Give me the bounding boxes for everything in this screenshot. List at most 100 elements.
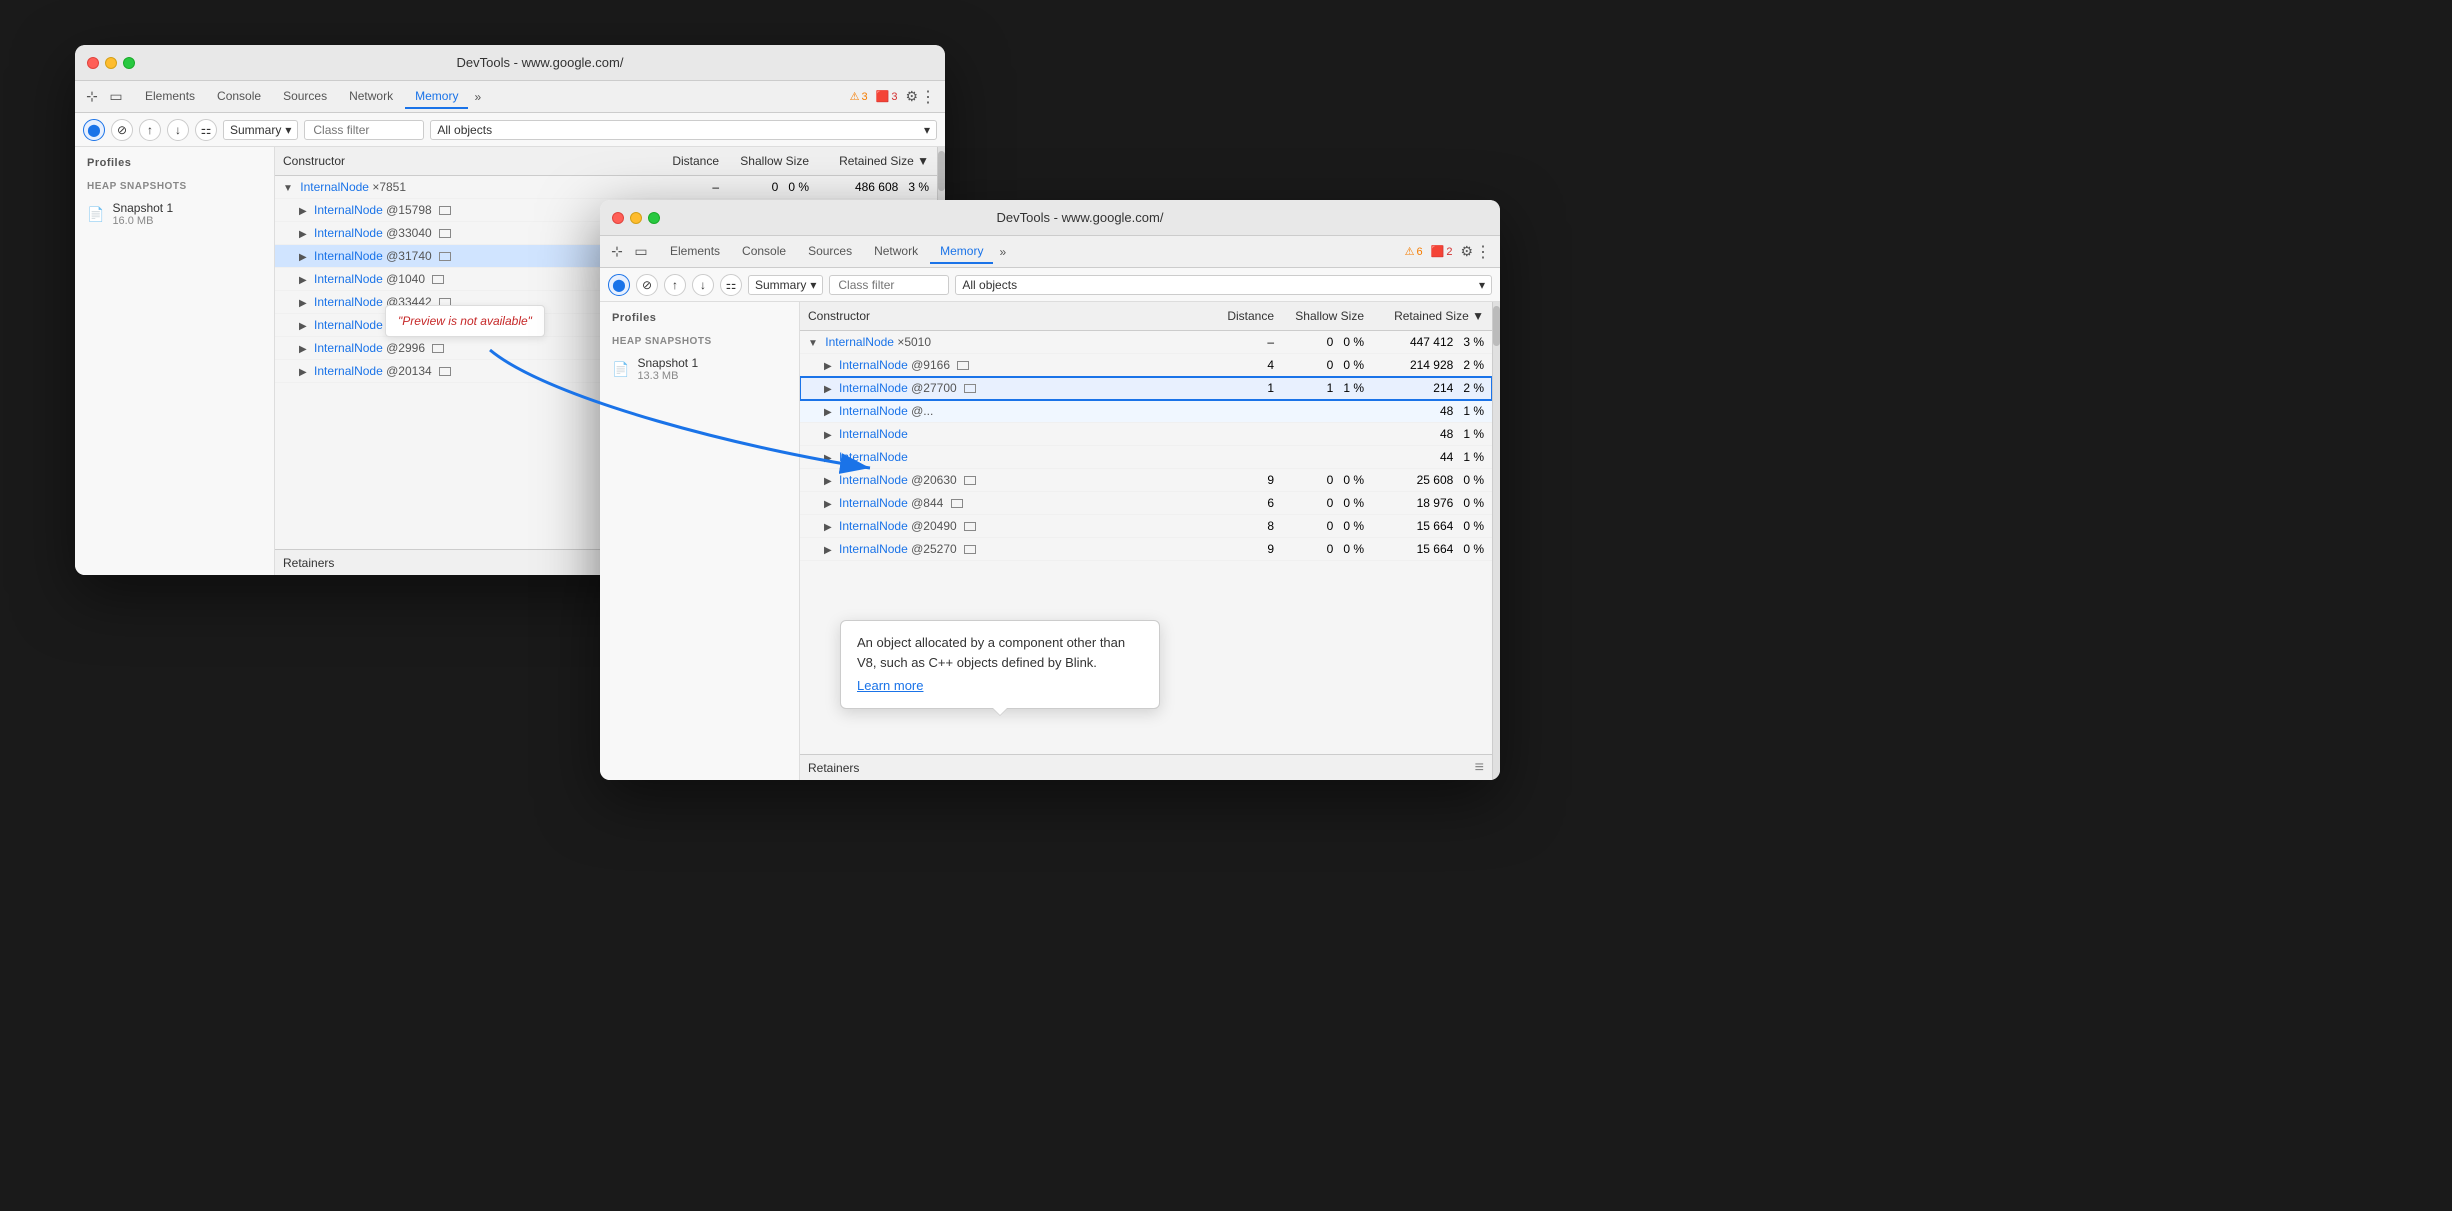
download-btn-2[interactable]: ↓ bbox=[692, 274, 714, 296]
col-shallow-2: Shallow Size bbox=[1282, 306, 1372, 326]
tab-network-2[interactable]: Network bbox=[864, 240, 928, 264]
snapshot-name-1: Snapshot 1 bbox=[112, 201, 173, 215]
expand-icon[interactable]: ▶ bbox=[299, 275, 307, 286]
expand-icon[interactable]: ▶ bbox=[299, 206, 307, 217]
window-icon bbox=[439, 252, 451, 261]
window-icon bbox=[957, 361, 969, 370]
expand-icon[interactable]: ▼ bbox=[283, 183, 293, 194]
traffic-lights-2[interactable] bbox=[612, 212, 660, 224]
summary-select-2[interactable]: Summary ▾ bbox=[748, 275, 823, 295]
clear-btn-2[interactable]: ⊘ bbox=[636, 274, 658, 296]
expand-icon[interactable]: ▶ bbox=[824, 430, 832, 441]
memory-toolbar-2: ⬤ ⊘ ↑ ↓ ⚏ Summary ▾ All objects ▾ bbox=[600, 268, 1500, 302]
inspect-icon[interactable]: ⊹ bbox=[83, 88, 101, 106]
expand-icon[interactable]: ▶ bbox=[299, 298, 307, 309]
table-row[interactable]: ▼ InternalNode ×7851 – 0 0 % 486 608 3 % bbox=[275, 176, 937, 199]
scrollbar-icon-2: ≡ bbox=[1475, 759, 1484, 777]
minimize-button-1[interactable] bbox=[105, 57, 117, 69]
device-icon-2[interactable]: ▭ bbox=[632, 243, 650, 261]
tab-elements-2[interactable]: Elements bbox=[660, 240, 730, 264]
close-button-2[interactable] bbox=[612, 212, 624, 224]
tooltip-box: An object allocated by a component other… bbox=[840, 620, 1160, 709]
expand-icon[interactable]: ▶ bbox=[299, 229, 307, 240]
expand-icon[interactable]: ▶ bbox=[299, 367, 307, 378]
tab-console-1[interactable]: Console bbox=[207, 85, 271, 109]
collect-btn-1[interactable]: ⚏ bbox=[195, 119, 217, 141]
tab-network-1[interactable]: Network bbox=[339, 85, 403, 109]
learn-more-link[interactable]: Learn more bbox=[857, 676, 1143, 696]
table-row[interactable]: ▶ InternalNode 48 1 % bbox=[800, 423, 1492, 446]
snapshot-name-2: Snapshot 1 bbox=[637, 356, 698, 370]
snapshot-item-1[interactable]: 📄 Snapshot 1 16.0 MB bbox=[75, 196, 274, 232]
tab-memory-1[interactable]: Memory bbox=[405, 85, 468, 109]
settings-icon-1[interactable]: ⚙ bbox=[905, 88, 918, 105]
sidebar-1: Profiles HEAP SNAPSHOTS 📄 Snapshot 1 16.… bbox=[75, 147, 275, 575]
traffic-lights-1[interactable] bbox=[87, 57, 135, 69]
expand-icon[interactable]: ▶ bbox=[824, 384, 832, 395]
err-badge-2: 🟥 2 bbox=[1431, 245, 1453, 258]
table-row-outlined[interactable]: ▶ InternalNode @27700 1 1 1 % 214 2 % bbox=[800, 377, 1492, 400]
chevron-down-icon-3: ▾ bbox=[810, 278, 816, 292]
download-btn-1[interactable]: ↓ bbox=[167, 119, 189, 141]
expand-icon[interactable]: ▼ bbox=[808, 338, 818, 349]
table-row[interactable]: ▶ InternalNode @... 48 1 % bbox=[800, 400, 1492, 423]
maximize-button-1[interactable] bbox=[123, 57, 135, 69]
table-row[interactable]: ▶ InternalNode @844 6 0 0 % 18 976 0 % bbox=[800, 492, 1492, 515]
upload-btn-1[interactable]: ↑ bbox=[139, 119, 161, 141]
window-title-2: DevTools - www.google.com/ bbox=[672, 210, 1488, 225]
expand-icon[interactable]: ▶ bbox=[824, 407, 832, 418]
expand-icon[interactable]: ▶ bbox=[299, 321, 307, 332]
devtools-icons-2: ⊹ ▭ bbox=[608, 243, 650, 261]
tab-elements-1[interactable]: Elements bbox=[135, 85, 205, 109]
snapshot-item-2[interactable]: 📄 Snapshot 1 13.3 MB bbox=[600, 351, 799, 387]
table-row[interactable]: ▼ InternalNode ×5010 – 0 0 % 447 412 3 % bbox=[800, 331, 1492, 354]
heap-snapshots-label-2: HEAP SNAPSHOTS bbox=[600, 332, 799, 351]
more-options-2[interactable]: ⋮ bbox=[1475, 242, 1492, 262]
record-btn-2[interactable]: ⬤ bbox=[608, 274, 630, 296]
expand-icon[interactable]: ▶ bbox=[824, 476, 832, 487]
heap-section-1: HEAP SNAPSHOTS 📄 Snapshot 1 16.0 MB bbox=[75, 173, 274, 236]
record-btn-1[interactable]: ⬤ bbox=[83, 119, 105, 141]
class-filter-input-2[interactable] bbox=[829, 275, 949, 295]
table-row[interactable]: ▶ InternalNode @20490 8 0 0 % 15 664 0 % bbox=[800, 515, 1492, 538]
table-row[interactable]: ▶ InternalNode 44 1 % bbox=[800, 446, 1492, 469]
col-constructor-2: Constructor bbox=[800, 306, 1202, 326]
more-tabs-2[interactable]: » bbox=[995, 245, 1010, 259]
more-tabs-1[interactable]: » bbox=[470, 90, 485, 104]
retainers-bar-2: Retainers ≡ bbox=[800, 754, 1492, 780]
close-button-1[interactable] bbox=[87, 57, 99, 69]
expand-icon[interactable]: ▶ bbox=[824, 545, 832, 556]
window-title-1: DevTools - www.google.com/ bbox=[147, 55, 933, 70]
settings-icon-2[interactable]: ⚙ bbox=[1460, 243, 1473, 260]
device-icon[interactable]: ▭ bbox=[107, 88, 125, 106]
clear-btn-1[interactable]: ⊘ bbox=[111, 119, 133, 141]
col-constructor-1: Constructor bbox=[275, 151, 647, 171]
table-row[interactable]: ▶ InternalNode @9166 4 0 0 % 214 928 2 % bbox=[800, 354, 1492, 377]
tab-console-2[interactable]: Console bbox=[732, 240, 796, 264]
expand-icon[interactable]: ▶ bbox=[824, 499, 832, 510]
col-distance-1: Distance bbox=[647, 151, 727, 171]
collect-btn-2[interactable]: ⚏ bbox=[720, 274, 742, 296]
table-row[interactable]: ▶ InternalNode @25270 9 0 0 % 15 664 0 % bbox=[800, 538, 1492, 561]
summary-select-1[interactable]: Summary ▾ bbox=[223, 120, 298, 140]
scrollbar-2[interactable] bbox=[1492, 302, 1500, 780]
inspect-icon-2[interactable]: ⊹ bbox=[608, 243, 626, 261]
window-icon bbox=[439, 229, 451, 238]
expand-icon[interactable]: ▶ bbox=[824, 522, 832, 533]
tab-sources-1[interactable]: Sources bbox=[273, 85, 337, 109]
table-row[interactable]: ▶ InternalNode @20630 9 0 0 % 25 608 0 % bbox=[800, 469, 1492, 492]
minimize-button-2[interactable] bbox=[630, 212, 642, 224]
tab-memory-2[interactable]: Memory bbox=[930, 240, 993, 264]
more-options-1[interactable]: ⋮ bbox=[920, 87, 937, 107]
expand-icon[interactable]: ▶ bbox=[299, 344, 307, 355]
maximize-button-2[interactable] bbox=[648, 212, 660, 224]
class-filter-input-1[interactable] bbox=[304, 120, 424, 140]
expand-icon[interactable]: ▶ bbox=[824, 453, 832, 464]
heap-section-2: HEAP SNAPSHOTS 📄 Snapshot 1 13.3 MB bbox=[600, 328, 799, 391]
tab-sources-2[interactable]: Sources bbox=[798, 240, 862, 264]
expand-icon[interactable]: ▶ bbox=[824, 361, 832, 372]
upload-btn-2[interactable]: ↑ bbox=[664, 274, 686, 296]
expand-icon[interactable]: ▶ bbox=[299, 252, 307, 263]
all-objects-select-2[interactable]: All objects ▾ bbox=[955, 275, 1492, 295]
all-objects-select-1[interactable]: All objects ▾ bbox=[430, 120, 937, 140]
